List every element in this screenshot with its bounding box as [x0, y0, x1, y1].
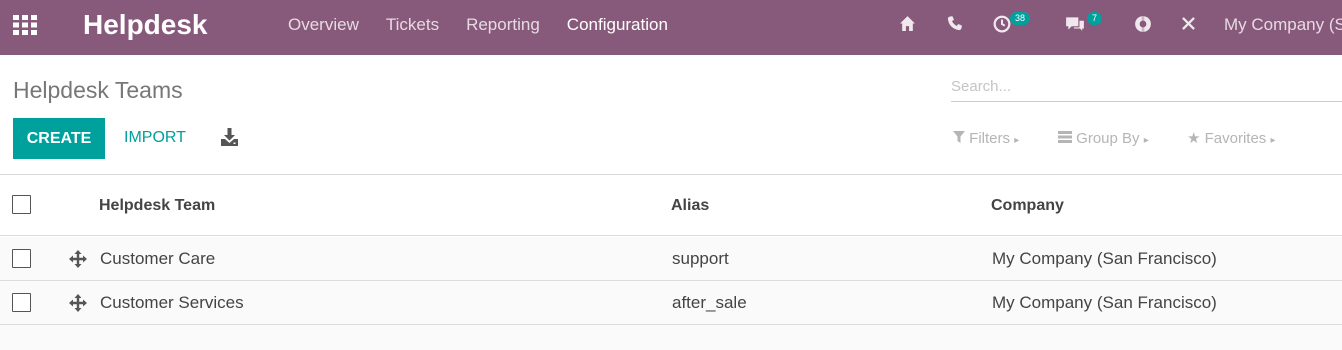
filters-dropdown[interactable]: Filters ▸	[953, 130, 1019, 150]
menu-tickets[interactable]: Tickets	[386, 14, 439, 36]
caret-right-icon: ▸	[1270, 135, 1276, 146]
alias-cell: support	[672, 249, 729, 268]
team-name-cell: Customer Care	[100, 249, 216, 268]
drag-handle-icon[interactable]	[68, 293, 88, 313]
filter-icon	[953, 130, 969, 147]
filters-label: Filters	[969, 130, 1011, 147]
select-all-checkbox[interactable]	[12, 195, 31, 214]
table-row[interactable]: Customer Services after_sale My Company …	[0, 281, 1342, 325]
phone-icon[interactable]	[946, 15, 963, 37]
breadcrumb: Helpdesk Teams	[13, 77, 183, 103]
home-icon[interactable]	[899, 15, 916, 37]
column-header-alias[interactable]: Alias	[671, 196, 709, 216]
chat-icon[interactable]	[1065, 15, 1085, 37]
star-icon: ★	[1187, 130, 1201, 147]
group-by-dropdown[interactable]: Group By ▸	[1058, 130, 1149, 150]
list-icon	[1058, 130, 1076, 147]
import-button[interactable]: IMPORT	[124, 128, 186, 148]
favorites-dropdown[interactable]: ★ Favorites ▸	[1187, 130, 1276, 150]
column-header-helpdesk-team[interactable]: Helpdesk Team	[99, 196, 215, 216]
menu-overview[interactable]: Overview	[288, 14, 359, 36]
apps-menu-icon[interactable]	[13, 15, 38, 35]
create-button[interactable]: CREATE	[13, 118, 105, 159]
row-checkbox[interactable]	[12, 249, 31, 268]
alias-cell: after_sale	[672, 293, 747, 312]
column-header-company[interactable]: Company	[991, 196, 1064, 216]
search-bar	[951, 70, 1342, 102]
download-icon[interactable]	[220, 127, 239, 147]
company-cell: My Company (San Francisco)	[992, 293, 1217, 312]
company-cell: My Company (San Francisco)	[992, 249, 1217, 268]
caret-right-icon: ▸	[1143, 135, 1149, 146]
drag-handle-icon[interactable]	[68, 249, 88, 269]
favorites-label: Favorites	[1204, 130, 1267, 147]
search-input[interactable]	[951, 70, 1342, 98]
top-navbar: Helpdesk Overview Tickets Reporting Conf…	[0, 0, 1342, 55]
menu-reporting[interactable]: Reporting	[466, 14, 540, 36]
table-row[interactable]: Customer Care support My Company (San Fr…	[0, 237, 1342, 281]
row-checkbox[interactable]	[12, 293, 31, 312]
activity-badge: 38	[1010, 12, 1031, 25]
main-menu: Overview Tickets Reporting Configuration	[288, 14, 695, 36]
group-by-label: Group By	[1076, 130, 1140, 147]
company-switcher[interactable]: My Company (S	[1224, 14, 1342, 36]
activity-icon[interactable]	[993, 15, 1011, 38]
list-footer-area	[0, 325, 1342, 350]
table-header: Helpdesk Team Alias Company	[0, 175, 1342, 236]
menu-configuration[interactable]: Configuration	[567, 14, 668, 36]
support-icon[interactable]	[1134, 15, 1152, 38]
messages-badge: 7	[1087, 12, 1103, 25]
caret-right-icon: ▸	[1014, 135, 1020, 146]
tools-icon[interactable]	[1180, 15, 1197, 37]
app-brand-title[interactable]: Helpdesk	[83, 8, 208, 42]
team-name-cell: Customer Services	[100, 293, 244, 312]
